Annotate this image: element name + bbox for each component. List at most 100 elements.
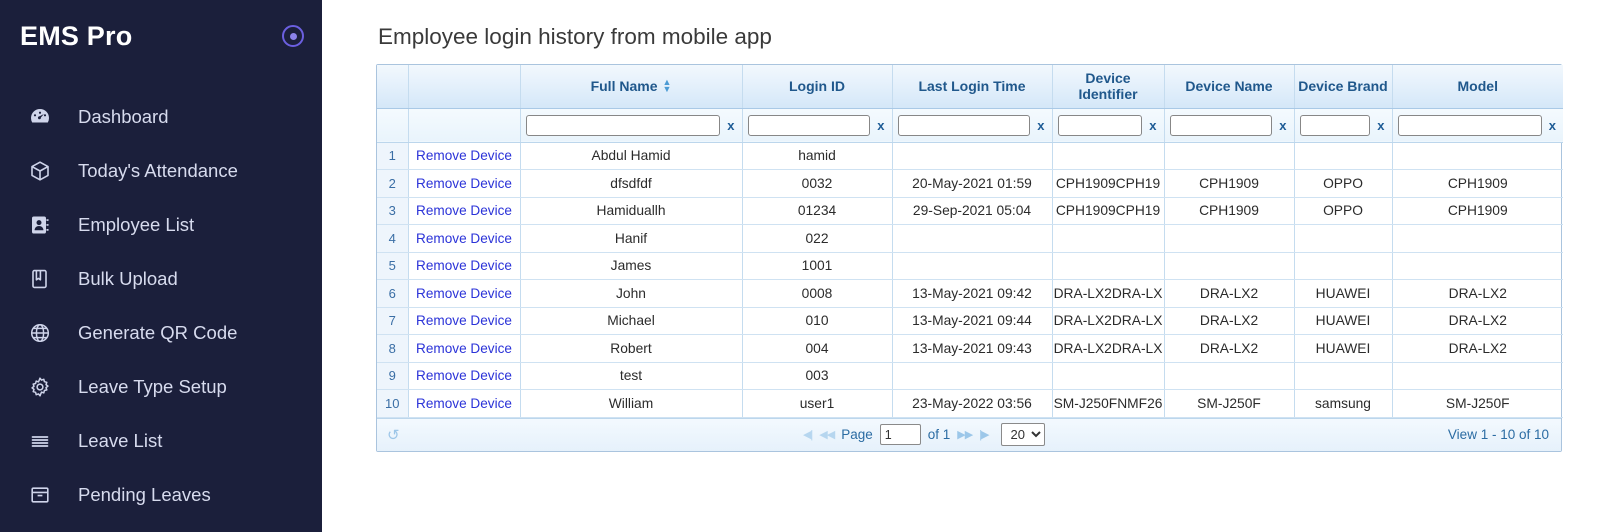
- remove-device-button[interactable]: Remove Device: [416, 286, 512, 301]
- remove-device-button[interactable]: Remove Device: [416, 396, 512, 411]
- sidebar-item-generate-qr-code[interactable]: Generate QR Code: [0, 306, 322, 360]
- row-action-cell: Remove Device: [408, 252, 521, 280]
- row-number: 9: [377, 362, 409, 390]
- table-row: 4 Remove Device Hanif 022: [377, 224, 1563, 253]
- next-page-icon[interactable]: ▶▶: [957, 428, 973, 441]
- sidebar-header: EMS Pro: [0, 0, 322, 72]
- cell-device-identifier: [1052, 252, 1165, 280]
- remove-device-button[interactable]: Remove Device: [416, 148, 512, 163]
- sidebar-item-leave-type-setup[interactable]: Leave Type Setup: [0, 360, 322, 414]
- column-header-last-login-time[interactable]: Last Login Time: [892, 65, 1053, 109]
- cell-device-name: DRA-LX2: [1164, 334, 1295, 363]
- remove-device-button[interactable]: Remove Device: [416, 203, 512, 218]
- cell-device-identifier: [1052, 224, 1165, 253]
- sidebar-item-dashboard[interactable]: Dashboard: [0, 90, 322, 144]
- clear-filter-device-identifier[interactable]: x: [1147, 118, 1158, 133]
- cell-login-id: 022: [742, 224, 893, 253]
- cell-last-login-time: 13-May-2021 09:42: [892, 279, 1053, 308]
- refresh-icon[interactable]: ↺: [387, 426, 400, 444]
- circle-target-icon[interactable]: [282, 25, 304, 47]
- cell-model: [1392, 362, 1563, 390]
- clear-filter-last-login-time[interactable]: x: [1035, 118, 1046, 133]
- remove-device-button[interactable]: Remove Device: [416, 341, 512, 356]
- login-history-grid: Full Name ▲ ▼ Login ID Last Login Time Dev…: [376, 64, 1563, 452]
- cell-model: [1392, 224, 1563, 253]
- cell-device-name: [1164, 224, 1295, 253]
- view-count-label: View 1 - 10 of 10: [1447, 427, 1549, 442]
- column-header-device-name[interactable]: Device Name: [1164, 65, 1295, 109]
- cell-device-name: DRA-LX2: [1164, 279, 1295, 308]
- column-header-model[interactable]: Model: [1392, 65, 1563, 109]
- table-row: 10 Remove Device William user1 23-May-20…: [377, 389, 1563, 418]
- remove-device-button[interactable]: Remove Device: [416, 176, 512, 191]
- filter-row: x x x x x x x: [377, 108, 1563, 143]
- cell-device-brand: HUAWEI: [1294, 334, 1393, 363]
- cell-full-name: James: [520, 252, 743, 280]
- prev-page-icon[interactable]: ◀◀: [819, 428, 835, 441]
- last-page-icon[interactable]: |▶: [979, 428, 989, 441]
- cube-box-icon: [28, 159, 62, 183]
- remove-device-button[interactable]: Remove Device: [416, 313, 512, 328]
- filter-input-model[interactable]: [1397, 114, 1542, 136]
- filter-input-device-identifier[interactable]: [1057, 114, 1143, 136]
- login-history-table: Full Name ▲ ▼ Login ID Last Login Time Dev…: [377, 65, 1563, 418]
- filter-input-last-login-time[interactable]: [897, 114, 1031, 136]
- cell-device-name: [1164, 142, 1295, 170]
- clear-filter-model[interactable]: x: [1547, 118, 1558, 133]
- cell-model: SM-J250F: [1392, 389, 1563, 418]
- row-action-cell: Remove Device: [408, 142, 521, 170]
- row-number: 10: [377, 389, 409, 418]
- clear-filter-login-id[interactable]: x: [875, 118, 886, 133]
- page-number-input[interactable]: [879, 424, 921, 445]
- cell-model: [1392, 252, 1563, 280]
- cell-last-login-time: [892, 224, 1053, 253]
- sidebar-item-employee-list[interactable]: Employee List: [0, 198, 322, 252]
- pagination-controls: ◀| ◀◀ Page of 1 ▶▶ |▶ 20: [803, 423, 1045, 446]
- cell-device-brand: OPPO: [1294, 169, 1393, 198]
- remove-device-button[interactable]: Remove Device: [416, 258, 512, 273]
- cell-device-identifier: CPH1909CPH19: [1052, 169, 1165, 198]
- sidebar-item-pending-leaves[interactable]: Pending Leaves: [0, 468, 322, 522]
- cell-model: DRA-LX2: [1392, 334, 1563, 363]
- sidebar-item-label: Bulk Upload: [78, 268, 178, 289]
- filter-input-device-name[interactable]: [1169, 114, 1273, 136]
- remove-device-button[interactable]: Remove Device: [416, 368, 512, 383]
- page-title: Employee login history from mobile app: [378, 24, 772, 49]
- filter-input-device-brand[interactable]: [1299, 114, 1371, 136]
- remove-device-button[interactable]: Remove Device: [416, 231, 512, 246]
- column-header-login-id[interactable]: Login ID: [742, 65, 893, 109]
- column-header-device-identifier[interactable]: Device Identifier: [1052, 65, 1165, 109]
- column-header-full-name[interactable]: Full Name ▲ ▼: [520, 65, 743, 109]
- sidebar-item-bulk-upload[interactable]: Bulk Upload: [0, 252, 322, 306]
- row-number: 8: [377, 334, 409, 363]
- column-header-device-brand[interactable]: Device Brand: [1294, 65, 1393, 109]
- app-root: EMS Pro Dashboard Today's Attendance Emp…: [0, 0, 1600, 532]
- sort-arrows-icon[interactable]: ▲ ▼: [662, 78, 671, 94]
- clear-filter-device-brand[interactable]: x: [1375, 118, 1386, 133]
- cell-device-brand: OPPO: [1294, 197, 1393, 225]
- cell-full-name: test: [520, 362, 743, 390]
- page-size-select[interactable]: 20: [1000, 423, 1045, 446]
- filter-input-full-name[interactable]: [525, 114, 721, 136]
- cell-last-login-time: 20-May-2021 01:59: [892, 169, 1053, 198]
- cell-full-name: Hanif: [520, 224, 743, 253]
- table-row: 1 Remove Device Abdul Hamid hamid: [377, 142, 1563, 170]
- sidebar-item-todays-attendance[interactable]: Today's Attendance: [0, 144, 322, 198]
- table-row: 8 Remove Device Robert 004 13-May-2021 0…: [377, 334, 1563, 363]
- clear-filter-device-name[interactable]: x: [1277, 118, 1288, 133]
- sidebar-item-label: Dashboard: [78, 106, 169, 127]
- cell-full-name: Michael: [520, 307, 743, 335]
- cell-model: DRA-LX2: [1392, 307, 1563, 335]
- first-page-icon[interactable]: ◀|: [803, 428, 813, 441]
- sidebar-item-leave-list[interactable]: Leave List: [0, 414, 322, 468]
- cell-login-id: 004: [742, 334, 893, 363]
- cell-login-id: user1: [742, 389, 893, 418]
- column-header-label: Full Name: [590, 78, 658, 95]
- clear-filter-full-name[interactable]: x: [725, 118, 736, 133]
- sidebar-item-label: Leave List: [78, 430, 163, 451]
- cell-device-brand: HUAWEI: [1294, 307, 1393, 335]
- filter-cell-rownum: [377, 108, 409, 143]
- column-header-rownum: [377, 65, 409, 109]
- cell-last-login-time: 23-May-2022 03:56: [892, 389, 1053, 418]
- filter-input-login-id[interactable]: [747, 114, 871, 136]
